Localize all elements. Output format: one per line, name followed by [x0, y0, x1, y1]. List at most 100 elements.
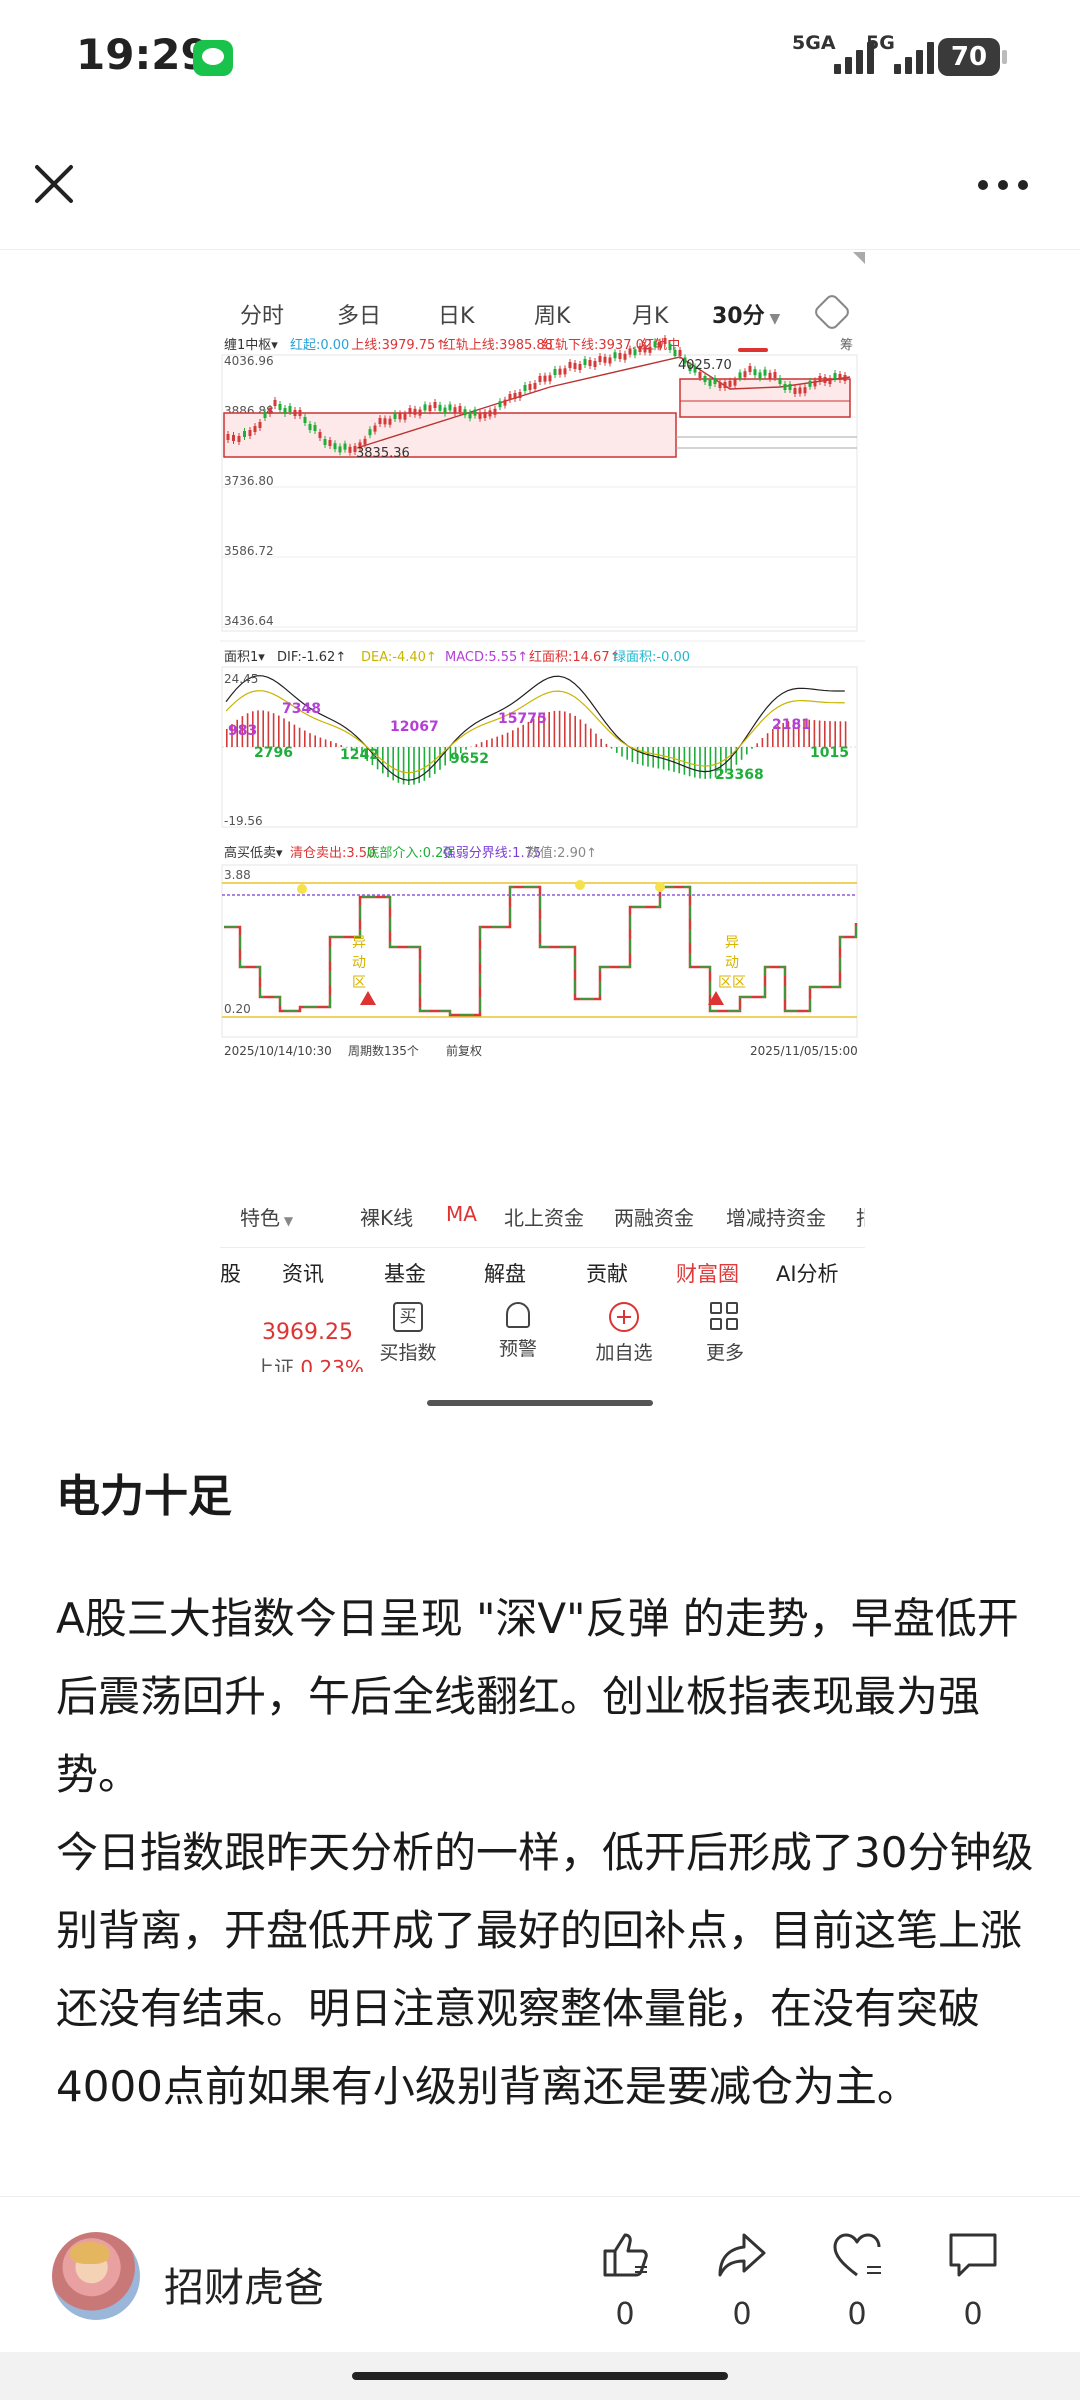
- more-icon[interactable]: [978, 180, 1032, 192]
- candle-body: [628, 348, 632, 355]
- tab-zhouk[interactable]: 周K: [534, 298, 570, 330]
- candle-body: [393, 413, 397, 419]
- post-image-market-chart[interactable]: 分时 多日 日K 周K 月K 30分 ▼ 缠1中枢▾ 红起:0.00 上线:3979…: [220, 252, 865, 1372]
- macd-bar: [610, 747, 613, 749]
- candle-body: [708, 380, 712, 386]
- article-body: A股三大指数今日呈现 "深V"反弹 的走势，早盘低开后震荡回升，午后全线翻红。创…: [56, 1580, 1036, 2126]
- macd-bar: [522, 724, 524, 747]
- macd-annotation: 12067: [390, 719, 439, 735]
- subtab-luok[interactable]: 裸K线: [360, 1202, 413, 1231]
- macd-bar: [428, 747, 431, 778]
- macd-bar: [844, 721, 847, 747]
- price-tick-label: 3586.72: [224, 544, 274, 558]
- macd-bar: [834, 721, 836, 747]
- macd-annotation: 15775: [498, 711, 547, 727]
- cat-tab-jiepan[interactable]: 解盘: [484, 1258, 526, 1288]
- subtab-zengjianchi[interactable]: 增减持资金: [726, 1202, 826, 1231]
- macd-bar: [600, 738, 602, 747]
- macd-bar: [579, 719, 582, 747]
- candle-body: [398, 413, 402, 420]
- message-icon: [193, 40, 233, 76]
- candle-body: [813, 380, 817, 387]
- cat-tab-caifuquan[interactable]: 财富圈: [676, 1258, 739, 1288]
- subtab-zhi[interactable]: 指: [856, 1202, 865, 1231]
- candle-body: [763, 369, 767, 376]
- comment-button[interactable]: 0: [938, 2227, 1008, 2332]
- home-gesture-handle[interactable]: [352, 2372, 728, 2380]
- tool-add-watch[interactable]: 加自选: [584, 1302, 664, 1365]
- macd-bar: [465, 747, 467, 750]
- candle-body: [368, 429, 372, 436]
- cat-tab-jijin[interactable]: 基金: [384, 1258, 426, 1288]
- low-annotation: 3835.36: [356, 446, 410, 461]
- close-icon[interactable]: [32, 162, 76, 206]
- subtab-tese[interactable]: 特色 ▼: [240, 1202, 293, 1231]
- subtab-beishang[interactable]: 北上资金: [504, 1202, 584, 1231]
- macd-bar: [278, 715, 280, 747]
- macd-bar: [553, 710, 556, 747]
- favorite-button[interactable]: 0: [822, 2227, 892, 2332]
- indicator-value: 数值:2.90↑: [527, 845, 597, 861]
- macd-bar: [574, 715, 576, 747]
- macd-bar: [330, 741, 332, 747]
- subtab-ma[interactable]: MA: [446, 1202, 477, 1226]
- osc-sell-marker: [297, 884, 307, 894]
- osc-tick-label: 0.20: [224, 1002, 251, 1016]
- cat-tab-ai[interactable]: AI分析: [776, 1258, 839, 1288]
- indicator-subtabs: 特色 ▼ 裸K线 MA 北上资金 两融资金 增减持资金 指: [220, 1190, 865, 1240]
- cat-tab-gongxian[interactable]: 贡献: [586, 1258, 628, 1288]
- candle-body: [568, 362, 572, 368]
- author-name[interactable]: 招财虎爸: [164, 2255, 324, 2313]
- tool-alert[interactable]: 预警: [478, 1302, 558, 1361]
- macd-bar: [480, 742, 483, 747]
- time-axis-period: 周期数135个: [348, 1043, 419, 1058]
- macd-bar: [746, 747, 748, 755]
- tab-30min[interactable]: 30分 ▼: [712, 298, 780, 330]
- candle-body: [553, 369, 557, 375]
- avatar[interactable]: [52, 2232, 140, 2320]
- macd-bar: [257, 710, 259, 747]
- favorite-count: 0: [847, 2297, 867, 2332]
- candle-body: [333, 443, 337, 450]
- candle-body: [523, 385, 527, 391]
- post-footer: 招财虎爸 0 0 0 0: [0, 2196, 1080, 2332]
- candle-body: [828, 378, 832, 384]
- macd-bar: [569, 713, 571, 747]
- subtab-liangrong[interactable]: 两融资金: [614, 1202, 694, 1231]
- settings-hex-icon[interactable]: [812, 292, 852, 332]
- macd-bar: [766, 733, 769, 747]
- candle-body: [588, 360, 592, 366]
- add-circle-icon: [609, 1302, 639, 1332]
- like-button[interactable]: 0: [590, 2227, 660, 2332]
- like-count: 0: [615, 2297, 635, 2332]
- candle-body: [458, 406, 462, 412]
- index-name: 上证: [254, 1356, 294, 1372]
- pivot-zone-left: [223, 412, 677, 458]
- article-paragraph: 今日指数跟昨天分析的一样，低开后形成了30分钟级别背离，开盘低开成了最好的回补点…: [56, 1828, 1034, 2111]
- macd-bar: [824, 720, 826, 747]
- macd-bar: [309, 733, 311, 747]
- tab-fenshi[interactable]: 分时: [240, 298, 284, 330]
- macd-tick-label: 24.45: [224, 672, 258, 686]
- candle-body: [283, 408, 287, 414]
- tool-buy-index[interactable]: 买 买指数: [368, 1302, 448, 1365]
- candle-body: [438, 404, 442, 411]
- kline-chart-area[interactable]: 缠1中枢▾ 红起:0.00 上线:3979.75↑红轨上线:3985.88红轨下线:…: [220, 327, 865, 1187]
- candle-body: [323, 439, 327, 445]
- candle-body: [313, 425, 317, 431]
- tab-rik[interactable]: 日K: [438, 298, 474, 330]
- candle-body: [618, 353, 622, 359]
- share-button[interactable]: 0: [707, 2227, 777, 2332]
- macd-bar: [709, 747, 712, 779]
- tab-yuek[interactable]: 月K: [632, 298, 668, 330]
- cat-tab-gu[interactable]: 股: [220, 1258, 241, 1288]
- index-change: 0.23%: [300, 1356, 364, 1372]
- macd-bar: [616, 747, 618, 753]
- macd-bar: [314, 735, 316, 747]
- share-count: 0: [732, 2297, 752, 2332]
- cat-tab-zixun[interactable]: 资讯: [282, 1258, 324, 1288]
- candle-body: [298, 410, 302, 416]
- candle-body: [533, 383, 537, 389]
- tool-more[interactable]: 更多: [685, 1302, 765, 1365]
- tab-duori[interactable]: 多日: [337, 298, 381, 330]
